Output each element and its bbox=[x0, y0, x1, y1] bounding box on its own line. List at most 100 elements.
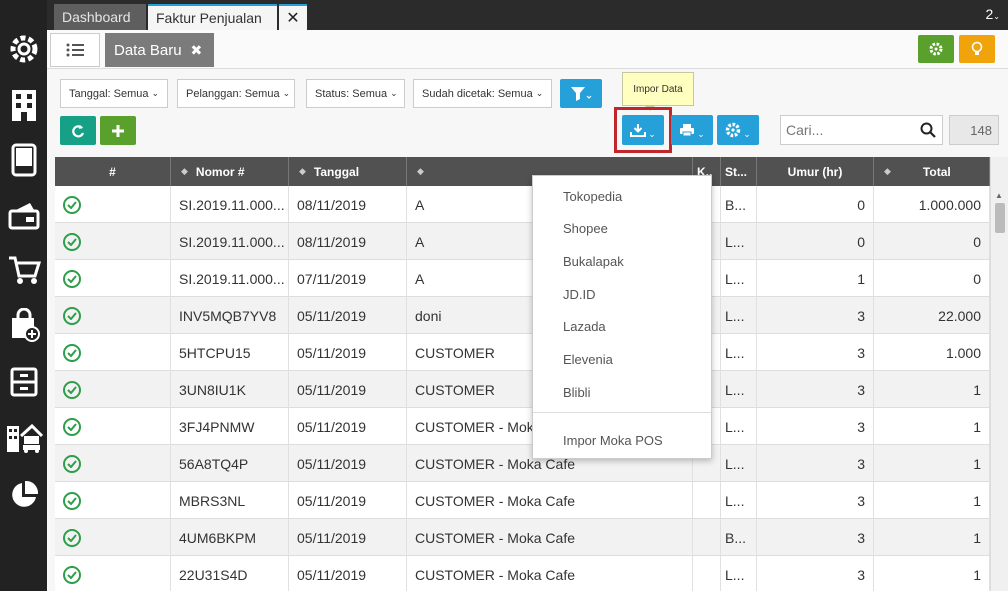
cell-nomor: SI.2019.11.000... bbox=[171, 186, 289, 223]
table-row[interactable]: SI.2019.11.000... 07/11/2019 A L... 1 0 bbox=[55, 260, 990, 297]
warehouse-icon[interactable] bbox=[0, 412, 47, 462]
chevron-down-icon: ⌄ bbox=[151, 88, 160, 98]
tab-dashboard[interactable]: Dashboard bbox=[54, 4, 146, 30]
cell-tanggal: 05/11/2019 bbox=[289, 371, 407, 408]
cell-total: 1 bbox=[874, 371, 990, 408]
search-input[interactable] bbox=[780, 115, 943, 145]
menu-item-bukalapak[interactable]: Bukalapak bbox=[533, 245, 711, 277]
table-row[interactable]: 3UN8IU1K 05/11/2019 CUSTOMER L... 3 1 bbox=[55, 371, 990, 408]
search-icon[interactable] bbox=[920, 122, 936, 138]
cell-status: L... bbox=[721, 445, 757, 482]
print-button[interactable]: ⌄ bbox=[671, 115, 713, 145]
book-icon[interactable] bbox=[0, 135, 47, 185]
add-button[interactable] bbox=[100, 116, 136, 145]
menu-item-tokopedia[interactable]: Tokopedia bbox=[533, 180, 711, 212]
filter-status[interactable]: Status: Semua ⌄ bbox=[306, 79, 405, 108]
archive-icon[interactable] bbox=[0, 357, 47, 407]
close-icon[interactable]: ✖ bbox=[191, 42, 203, 59]
main-content: Data Baru ✖ Tanggal: Semua ⌄ Pelanggan: S… bbox=[47, 30, 1008, 591]
cell-status: L... bbox=[721, 334, 757, 371]
cell-status: L... bbox=[721, 223, 757, 260]
scroll-thumb[interactable] bbox=[995, 203, 1005, 233]
cell-status: L... bbox=[721, 408, 757, 445]
table-header: # ◆ Nomor # ◆ Tanggal ◆ K.. St... Umur (hr… bbox=[55, 157, 990, 186]
check-circle-icon bbox=[63, 380, 81, 399]
table-row[interactable]: 3FJ4PNMW 05/11/2019 CUSTOMER - Moka Cafe L.… bbox=[55, 408, 990, 445]
cell-total: 0 bbox=[874, 260, 990, 297]
cell-total: 0 bbox=[874, 223, 990, 260]
table-row[interactable]: SI.2019.11.000... 08/11/2019 A B... 0 1.000.0… bbox=[55, 186, 990, 223]
sort-icon: ◆ bbox=[299, 166, 306, 176]
pie-chart-icon[interactable] bbox=[0, 470, 47, 520]
gear-icon[interactable] bbox=[0, 24, 47, 74]
menu-item-elevenia[interactable]: Elevenia bbox=[533, 344, 711, 376]
chevron-down-icon: ⌄ bbox=[282, 88, 291, 98]
table-row[interactable]: 22U31S4D 05/11/2019 CUSTOMER - Moka Cafe L.… bbox=[55, 556, 990, 591]
menu-item-lazada[interactable]: Lazada bbox=[533, 311, 711, 343]
cell-status: L... bbox=[721, 297, 757, 334]
tab-faktur-penjualan[interactable]: Faktur Penjualan bbox=[148, 4, 277, 30]
options-button[interactable]: ⌄ bbox=[717, 115, 759, 145]
wallet-icon[interactable] bbox=[0, 190, 47, 240]
cell-pelanggan: CUSTOMER - Moka Cafe bbox=[407, 556, 693, 591]
tab-bar: Dashboard Faktur Penjualan ✕ 2⌄ bbox=[47, 0, 1008, 30]
table-row[interactable]: INV5MQB7YV8 05/11/2019 doni L... 3 22.000 bbox=[55, 297, 990, 334]
col-header-nomor[interactable]: ◆ Nomor # bbox=[171, 157, 289, 186]
tips-button[interactable] bbox=[959, 35, 995, 63]
page-toolbar: Data Baru ✖ bbox=[47, 30, 1008, 69]
refresh-button[interactable] bbox=[60, 116, 96, 145]
cart-icon[interactable] bbox=[0, 245, 47, 295]
col-header-label: Nomor # bbox=[195, 164, 245, 179]
filter-tanggal-label: Tanggal: Semua bbox=[69, 87, 149, 100]
table-row[interactable]: 56A8TQ4P 05/11/2019 CUSTOMER - Moka Cafe L.… bbox=[55, 445, 990, 482]
cell-total: 1 bbox=[874, 408, 990, 445]
filter-status-label: Status: Semua bbox=[315, 87, 388, 100]
lightbulb-icon bbox=[971, 41, 983, 55]
close-tab-button[interactable]: ✕ bbox=[279, 4, 307, 30]
filter-button[interactable] bbox=[560, 79, 602, 108]
scroll-up-icon[interactable]: ▲ bbox=[995, 191, 1003, 200]
cell-empty bbox=[693, 519, 721, 556]
cell-tanggal: 05/11/2019 bbox=[289, 408, 407, 445]
import-dropdown-menu: Impor Moka POS Tokopedia Shopee Bukalapak J… bbox=[532, 175, 712, 459]
cell-tanggal: 08/11/2019 bbox=[289, 186, 407, 223]
cell-total: 22.000 bbox=[874, 297, 990, 334]
menu-item-jd-id[interactable]: JD.ID bbox=[533, 278, 711, 310]
sort-icon: ◆ bbox=[884, 166, 891, 176]
cell-status: L... bbox=[721, 260, 757, 297]
table-row[interactable]: MBRS3NL 05/11/2019 CUSTOMER - Moka Cafe L..… bbox=[55, 482, 990, 519]
menu-item-impor-moka-pos[interactable]: Impor Moka POS bbox=[533, 424, 711, 456]
settings-button[interactable] bbox=[918, 35, 954, 63]
filter-pelanggan[interactable]: Pelanggan: Semua ⌄ bbox=[177, 79, 295, 108]
cell-status: B... bbox=[721, 186, 757, 223]
invoice-table: # ◆ Nomor # ◆ Tanggal ◆ K.. St... Umur (hr… bbox=[55, 157, 990, 591]
bag-add-icon[interactable] bbox=[0, 300, 47, 350]
cell-empty bbox=[693, 556, 721, 591]
menu-item-shopee[interactable]: Shopee bbox=[533, 213, 711, 245]
col-header-status[interactable]: St... bbox=[721, 157, 757, 186]
filter-tanggal[interactable]: Tanggal: Semua ⌄ bbox=[60, 79, 168, 108]
col-header-tanggal[interactable]: ◆ Tanggal bbox=[289, 157, 407, 186]
filter-sudah-dicetak[interactable]: Sudah dicetak: Semua ⌄ bbox=[413, 79, 552, 108]
cell-tanggal: 08/11/2019 bbox=[289, 223, 407, 260]
check-circle-icon bbox=[63, 232, 81, 251]
tab-data-baru[interactable]: Data Baru ✖ bbox=[105, 33, 214, 67]
table-scrollbar[interactable]: ▲ bbox=[990, 157, 1008, 591]
table-row[interactable]: SI.2019.11.000... 08/11/2019 A L... 0 0 bbox=[55, 223, 990, 260]
cell-status: L... bbox=[721, 371, 757, 408]
col-header-umur[interactable]: Umur (hr) bbox=[757, 157, 874, 186]
status-cell bbox=[55, 260, 171, 297]
col-header-total[interactable]: ◆ Total bbox=[874, 157, 990, 186]
cell-umur: 3 bbox=[757, 371, 874, 408]
cell-status: L... bbox=[721, 482, 757, 519]
cell-nomor: SI.2019.11.000... bbox=[171, 223, 289, 260]
list-view-button[interactable] bbox=[50, 33, 100, 67]
col-header-index[interactable]: # bbox=[55, 157, 171, 186]
table-row[interactable]: 4UM6BKPM 05/11/2019 CUSTOMER - Moka Cafe B.… bbox=[55, 519, 990, 556]
check-circle-icon bbox=[63, 343, 81, 362]
tab-count[interactable]: 2⌄ bbox=[986, 6, 1001, 22]
building-icon[interactable] bbox=[0, 80, 47, 130]
menu-item-blibli[interactable]: Blibli bbox=[533, 376, 711, 408]
table-row[interactable]: 5HTCPU15 05/11/2019 CUSTOMER L... 3 1.000 bbox=[55, 334, 990, 371]
printer-icon bbox=[680, 124, 695, 137]
